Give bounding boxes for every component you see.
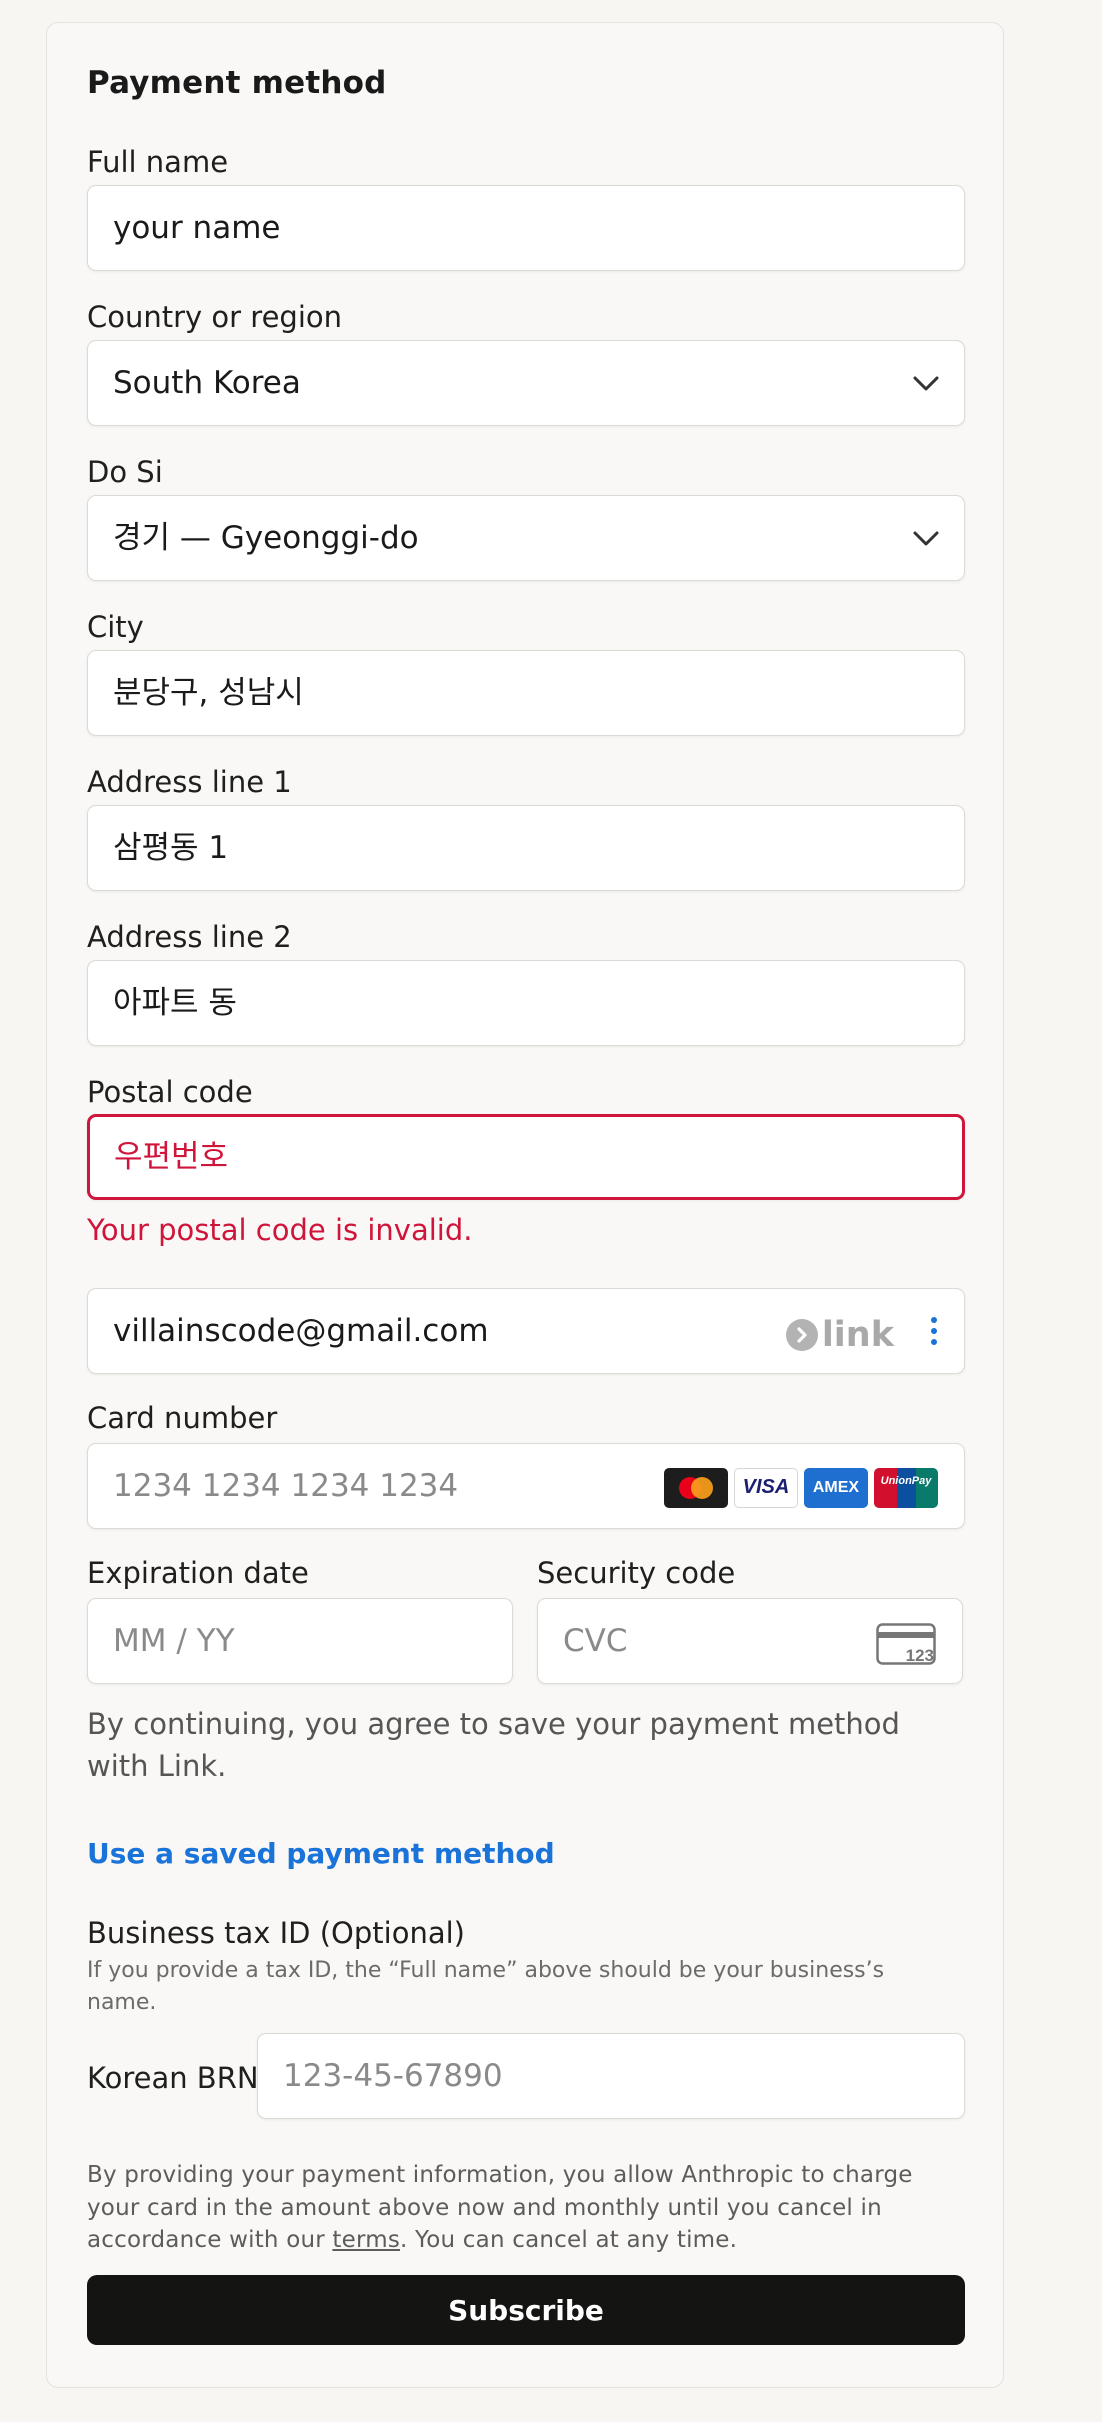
- country-select[interactable]: South Korea: [87, 340, 965, 426]
- card-number-placeholder: 1234 1234 1234 1234: [113, 1468, 459, 1504]
- form-title: Payment method: [87, 65, 387, 101]
- security-code-label: Security code: [537, 1556, 736, 1590]
- address-line-1-value: 삼평동 1: [113, 830, 229, 866]
- address-line-2-input[interactable]: 아파트 동: [87, 960, 965, 1046]
- city-value: 분당구, 성남시: [113, 675, 304, 711]
- amex-icon: AMEX: [804, 1468, 868, 1508]
- link-email-input[interactable]: villainscode@gmail.com link: [87, 1288, 965, 1374]
- legal-text: By providing your payment information, y…: [87, 2159, 957, 2257]
- expiration-date-label: Expiration date: [87, 1556, 309, 1590]
- link-email-value: villainscode@gmail.com: [113, 1313, 489, 1349]
- full-name-input[interactable]: your name: [87, 185, 965, 271]
- country-label: Country or region: [87, 300, 343, 334]
- link-logo: link: [785, 1315, 894, 1355]
- chevron-down-icon: [913, 531, 939, 546]
- mastercard-icon: [664, 1468, 728, 1508]
- do-si-select[interactable]: 경기 — Gyeonggi-do: [87, 495, 965, 581]
- terms-link[interactable]: terms: [332, 2227, 400, 2253]
- tax-id-hint: If you provide a tax ID, the “Full name”…: [87, 1958, 885, 2015]
- address-line-2-value: 아파트 동: [113, 985, 237, 1021]
- city-input[interactable]: 분당구, 성남시: [87, 650, 965, 736]
- address-line-2-label: Address line 2: [87, 920, 292, 954]
- do-si-label: Do Si: [87, 455, 163, 489]
- use-saved-payment-link[interactable]: Use a saved payment method: [87, 1837, 555, 1870]
- expiration-date-placeholder: MM / YY: [113, 1623, 235, 1659]
- postal-code-label: Postal code: [87, 1075, 253, 1109]
- full-name-value: your name: [113, 210, 281, 246]
- postal-code-input[interactable]: 우편번호: [87, 1114, 965, 1200]
- link-logo-text: link: [821, 1315, 894, 1355]
- expiration-date-input[interactable]: MM / YY: [87, 1598, 513, 1684]
- card-number-label: Card number: [87, 1401, 278, 1435]
- tax-id-input[interactable]: 123-45-67890: [257, 2033, 965, 2119]
- chevron-down-icon: [913, 376, 939, 391]
- link-consent-text: By continuing, you agree to save your pa…: [87, 1707, 900, 1783]
- unionpay-icon: UnionPay: [874, 1468, 938, 1508]
- payment-form-card: Payment method Full name your name Count…: [46, 22, 1004, 2388]
- postal-code-error: Your postal code is invalid.: [87, 1213, 473, 1247]
- tax-id-type-label: Korean BRN: [87, 2061, 259, 2095]
- country-value: South Korea: [113, 365, 301, 401]
- link-arrow-icon: [785, 1319, 818, 1351]
- card-number-input[interactable]: 1234 1234 1234 1234 VISA AMEX UnionPay: [87, 1443, 965, 1529]
- legal-text-part: . You can cancel at any time.: [400, 2227, 738, 2253]
- cvc-card-icon: 123: [876, 1623, 936, 1665]
- security-code-input[interactable]: CVC 123: [537, 1598, 963, 1684]
- full-name-label: Full name: [87, 145, 229, 179]
- security-code-placeholder: CVC: [563, 1623, 628, 1659]
- city-label: City: [87, 610, 144, 644]
- subscribe-button[interactable]: Subscribe: [87, 2275, 965, 2345]
- more-options-icon[interactable]: [930, 1317, 938, 1347]
- cvc-icon-text: 123: [906, 1646, 934, 1665]
- address-line-1-label: Address line 1: [87, 765, 292, 799]
- visa-icon: VISA: [734, 1468, 798, 1508]
- do-si-value: 경기 — Gyeonggi-do: [113, 520, 419, 556]
- tax-id-label: Business tax ID (Optional): [87, 1916, 465, 1950]
- postal-code-value: 우편번호: [114, 1139, 229, 1175]
- card-brands: VISA AMEX UnionPay: [664, 1468, 938, 1508]
- address-line-1-input[interactable]: 삼평동 1: [87, 805, 965, 891]
- tax-id-placeholder: 123-45-67890: [283, 2058, 503, 2094]
